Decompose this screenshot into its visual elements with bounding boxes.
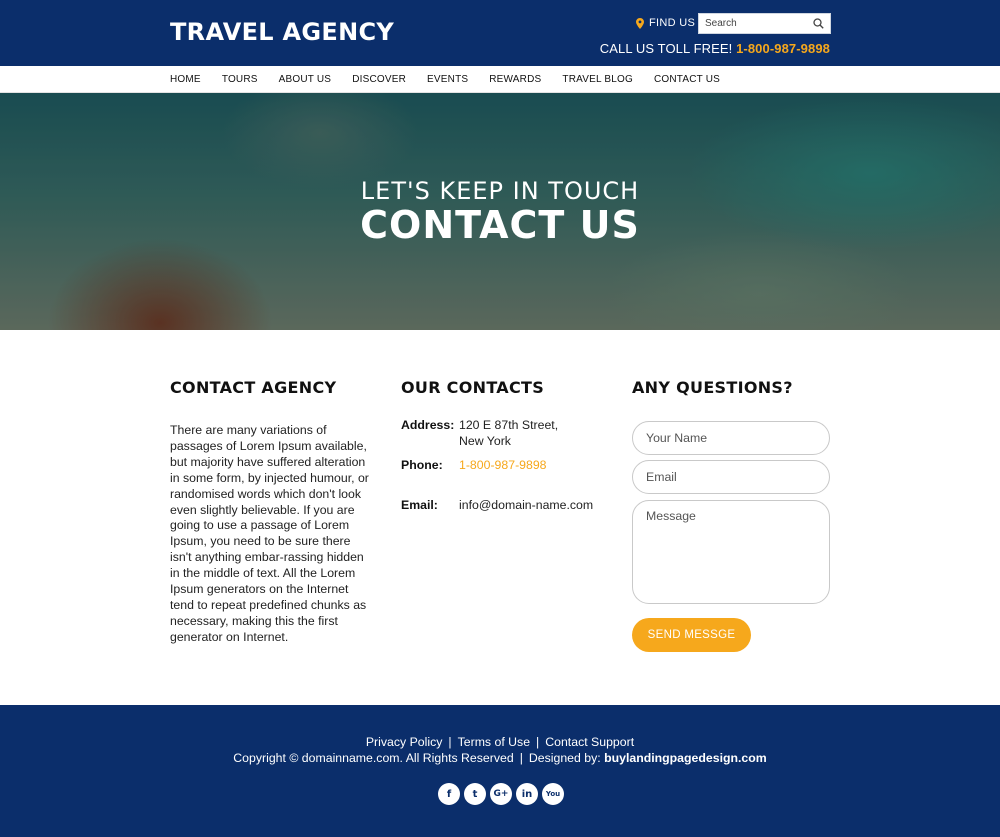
phone-value[interactable]: 1-800-987-9898 bbox=[459, 457, 599, 473]
toll-free-label: CALL US TOLL FREE! bbox=[599, 41, 733, 56]
find-us-label: FIND US bbox=[649, 17, 696, 29]
contact-agency-heading: CONTACT AGENCY bbox=[170, 378, 337, 397]
nav-item-rewards[interactable]: REWARDS bbox=[489, 74, 541, 85]
search-box bbox=[698, 13, 831, 34]
main-nav: HOME TOURS ABOUT US DISCOVER EVENTS REWA… bbox=[0, 66, 1000, 93]
copyright-line: Copyright © domainname.com. All Rights R… bbox=[0, 751, 1000, 765]
linkedin-icon[interactable]: in bbox=[516, 783, 538, 805]
nav-item-events[interactable]: EVENTS bbox=[427, 74, 468, 85]
email-input[interactable] bbox=[633, 461, 829, 493]
search-input[interactable] bbox=[699, 14, 809, 33]
name-input[interactable] bbox=[633, 422, 829, 454]
email-label: Email: bbox=[401, 498, 438, 512]
privacy-policy-link[interactable]: Privacy Policy bbox=[366, 735, 443, 749]
send-message-button[interactable]: SEND MESSGE bbox=[632, 618, 751, 652]
facebook-icon[interactable]: f bbox=[438, 783, 460, 805]
youtube-icon[interactable]: You bbox=[542, 783, 564, 805]
footer-links: Privacy Policy | Terms of Use | Contact Supp… bbox=[0, 735, 1000, 749]
email-value[interactable]: info@domain-name.com bbox=[459, 497, 599, 513]
search-icon[interactable] bbox=[813, 18, 824, 29]
terms-of-use-link[interactable]: Terms of Use bbox=[458, 735, 530, 749]
footer-separator: | bbox=[536, 735, 540, 749]
message-field-wrap bbox=[632, 500, 830, 604]
hero-title: CONTACT US bbox=[360, 203, 640, 247]
site-footer: Privacy Policy | Terms of Use | Contact Supp… bbox=[0, 705, 1000, 837]
google-plus-icon[interactable]: G+ bbox=[490, 783, 512, 805]
nav-item-tours[interactable]: TOURS bbox=[222, 74, 258, 85]
nav-item-home[interactable]: HOME bbox=[170, 74, 201, 85]
message-input[interactable] bbox=[633, 501, 829, 603]
social-links: f t G+ in You bbox=[438, 783, 564, 805]
site-header: TRAVEL AGENCY FIND US CALL US TOLL FREE!… bbox=[0, 0, 1000, 66]
address-label: Address: bbox=[401, 418, 455, 432]
toll-free: CALL US TOLL FREE! 1-800-987-9898 bbox=[600, 41, 830, 56]
our-contacts-heading: OUR CONTACTS bbox=[401, 378, 545, 397]
questions-heading: ANY QUESTIONS? bbox=[632, 378, 793, 397]
nav-item-discover[interactable]: DISCOVER bbox=[352, 74, 406, 85]
address-line-2: New York bbox=[459, 434, 511, 448]
contact-support-link[interactable]: Contact Support bbox=[545, 735, 634, 749]
toll-free-number[interactable]: 1-800-987-9898 bbox=[736, 41, 830, 56]
designed-by-link[interactable]: buylandingpagedesign.com bbox=[604, 751, 767, 765]
hero-banner: LET'S KEEP IN TOUCH CONTACT US bbox=[0, 93, 1000, 330]
site-logo[interactable]: TRAVEL AGENCY bbox=[170, 18, 394, 46]
our-contacts-section: OUR CONTACTS Address: 120 E 87th Street,… bbox=[401, 378, 601, 512]
find-us-link[interactable]: FIND US bbox=[636, 17, 695, 29]
copyright-text: Copyright © domainname.com. All Rights R… bbox=[233, 751, 514, 765]
footer-separator: | bbox=[519, 751, 523, 765]
address-line-1: 120 E 87th Street, bbox=[459, 418, 559, 432]
questions-form: ANY QUESTIONS? SEND MESSGE bbox=[632, 378, 832, 652]
map-pin-icon bbox=[636, 17, 644, 29]
nav-item-contact-us[interactable]: CONTACT US bbox=[654, 74, 720, 85]
contact-agency-section: CONTACT AGENCY There are many variations… bbox=[170, 378, 375, 646]
nav-item-travel-blog[interactable]: TRAVEL BLOG bbox=[562, 74, 633, 85]
hero-subtitle: LET'S KEEP IN TOUCH bbox=[360, 177, 640, 205]
twitter-icon[interactable]: t bbox=[464, 783, 486, 805]
footer-separator: | bbox=[448, 735, 452, 749]
name-field-wrap bbox=[632, 421, 830, 455]
phone-label: Phone: bbox=[401, 458, 443, 472]
address-value: 120 E 87th Street, New York bbox=[459, 417, 599, 449]
nav-item-about-us[interactable]: ABOUT US bbox=[279, 74, 332, 85]
email-field-wrap bbox=[632, 460, 830, 494]
designed-by-label: Designed by: bbox=[528, 751, 601, 765]
contact-agency-body: There are many variations of passages of… bbox=[170, 423, 369, 644]
